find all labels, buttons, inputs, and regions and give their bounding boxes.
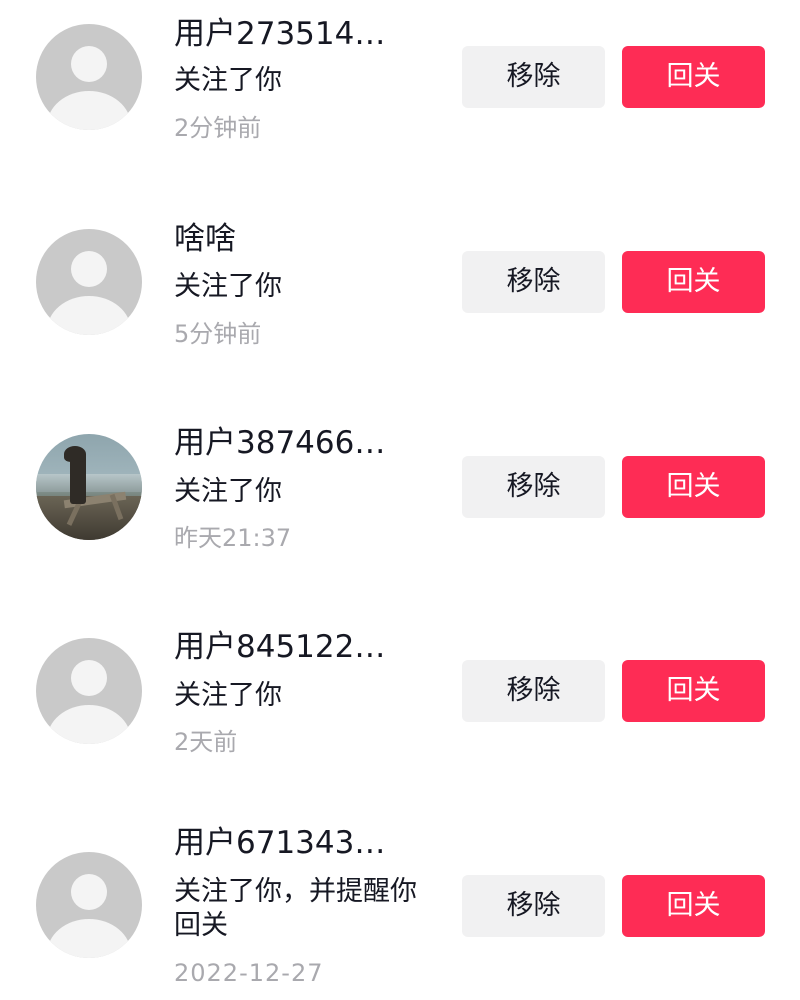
avatar[interactable] bbox=[36, 852, 142, 958]
notification-text: 关注了你 bbox=[174, 680, 282, 711]
timestamp: 2022-12-27 bbox=[174, 959, 324, 987]
timestamp: 2分钟前 bbox=[174, 114, 262, 142]
remove-button[interactable]: 移除 bbox=[462, 660, 605, 722]
list-item: 用户845122… 关注了你 2天前 移除 回关 bbox=[0, 610, 800, 815]
username[interactable]: 用户671343… bbox=[174, 823, 385, 863]
avatar[interactable] bbox=[36, 434, 142, 540]
list-item: 用户671343… 关注了你，并提醒你回关 2022-12-27 移除 回关 bbox=[0, 815, 800, 1000]
username[interactable]: 用户387466… bbox=[174, 423, 385, 463]
follow-back-button[interactable]: 回关 bbox=[622, 660, 765, 722]
timestamp: 2天前 bbox=[174, 728, 238, 756]
avatar[interactable] bbox=[36, 638, 142, 744]
notification-text: 关注了你 bbox=[174, 271, 282, 302]
list-item: 用户273514… 关注了你 2分钟前 移除 回关 bbox=[0, 0, 800, 200]
default-avatar-icon bbox=[71, 874, 107, 910]
follow-back-button[interactable]: 回关 bbox=[622, 251, 765, 313]
remove-button[interactable]: 移除 bbox=[462, 875, 605, 937]
follow-back-button[interactable]: 回关 bbox=[622, 456, 765, 518]
list-item: 用户387466… 关注了你 昨天21:37 移除 回关 bbox=[0, 405, 800, 610]
username[interactable]: 用户845122… bbox=[174, 627, 385, 667]
list-item: 啥啥 关注了你 5分钟前 移除 回关 bbox=[0, 200, 800, 405]
follower-list: 用户273514… 关注了你 2分钟前 移除 回关 啥啥 关注了你 5分钟前 移… bbox=[0, 0, 800, 1000]
avatar[interactable] bbox=[36, 229, 142, 335]
default-avatar-icon bbox=[71, 251, 107, 287]
avatar[interactable] bbox=[36, 24, 142, 130]
follow-back-button[interactable]: 回关 bbox=[622, 875, 765, 937]
notification-text: 关注了你 bbox=[174, 476, 282, 507]
default-avatar-icon bbox=[71, 660, 107, 696]
remove-button[interactable]: 移除 bbox=[462, 456, 605, 518]
notification-text: 关注了你 bbox=[174, 65, 282, 96]
default-avatar-icon bbox=[71, 46, 107, 82]
timestamp: 5分钟前 bbox=[174, 320, 262, 348]
username[interactable]: 啥啥 bbox=[174, 219, 236, 259]
username[interactable]: 用户273514… bbox=[174, 14, 385, 54]
timestamp: 昨天21:37 bbox=[174, 524, 292, 552]
notification-text: 关注了你，并提醒你回关 bbox=[174, 876, 417, 941]
remove-button[interactable]: 移除 bbox=[462, 251, 605, 313]
follow-back-button[interactable]: 回关 bbox=[622, 46, 765, 108]
remove-button[interactable]: 移除 bbox=[462, 46, 605, 108]
